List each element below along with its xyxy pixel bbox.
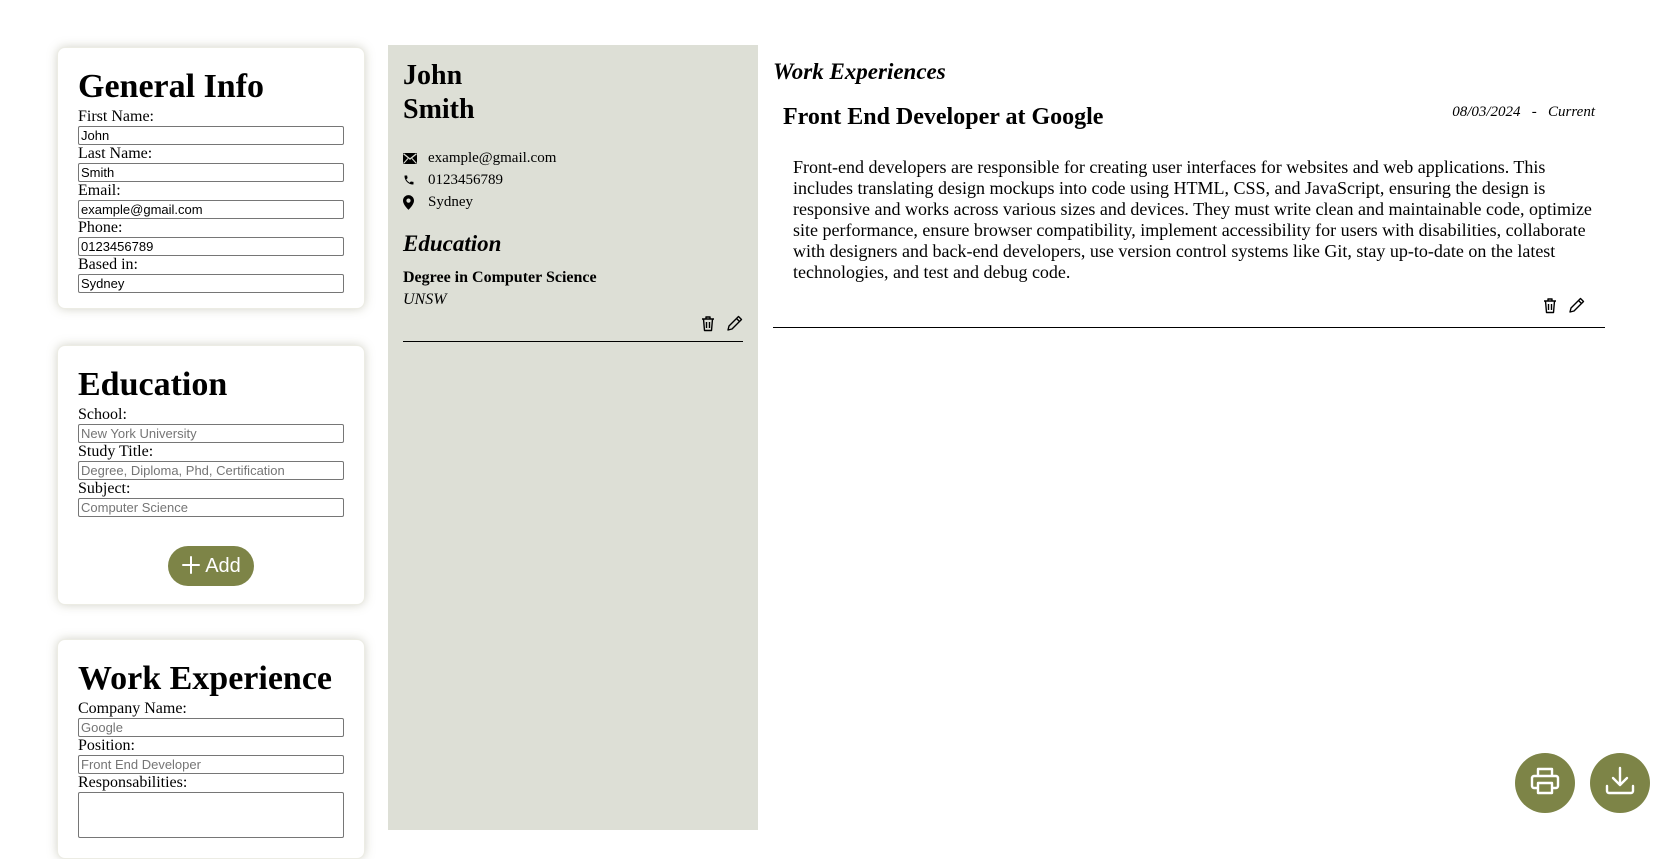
cv-work-start: 08/03/2024 [1452, 104, 1521, 120]
email-input[interactable] [78, 200, 344, 219]
trash-icon[interactable] [699, 313, 717, 333]
position-input[interactable] [78, 755, 344, 774]
pencil-icon[interactable] [725, 313, 743, 333]
study-title-label: Study Title: [78, 443, 154, 460]
education-form-card: Education School: Study Title: Subject: … [57, 345, 365, 605]
education-form-title: Education [78, 366, 228, 403]
work-form-title: Work Experience [78, 660, 333, 697]
plus-icon [181, 552, 201, 580]
print-button[interactable] [1515, 753, 1575, 813]
printer-icon [1528, 764, 1562, 803]
work-form-card: Work Experience Company Name: Position: … [57, 639, 365, 859]
envelope-icon [403, 152, 428, 164]
cv-contact-list: example@gmail.com 0123456789 Sydney [403, 147, 743, 213]
study-title-input[interactable] [78, 461, 344, 480]
school-label: School: [78, 406, 127, 423]
subject-input[interactable] [78, 498, 344, 517]
company-name-input[interactable] [78, 718, 344, 737]
cv-work-dates: 08/03/2024 - Current [1452, 103, 1595, 121]
first-name-input[interactable] [78, 126, 344, 145]
based-in-input[interactable] [78, 274, 344, 293]
last-name-input[interactable] [78, 163, 344, 182]
cv-work-header: Front End Developer at Google 08/03/2024… [773, 103, 1605, 131]
cv-location: Sydney [428, 193, 473, 210]
position-label: Position: [78, 737, 135, 754]
cv-work-heading: Work Experiences [773, 59, 946, 84]
cv-education-entry: Degree in Computer Science UNSW [403, 267, 743, 342]
based-in-label: Based in: [78, 256, 138, 273]
email-label: Email: [78, 182, 121, 199]
cv-email-row: example@gmail.com [403, 147, 743, 169]
cv-work-description: Front-end developers are responsible for… [793, 157, 1592, 282]
trash-icon[interactable] [1541, 295, 1559, 315]
pencil-icon[interactable] [1567, 295, 1585, 315]
phone-icon [403, 174, 428, 186]
cv-first-name: John [403, 60, 463, 91]
cv-education-actions [403, 313, 743, 333]
cv-location-row: Sydney [403, 191, 743, 213]
subject-label: Subject: [78, 480, 131, 497]
phone-label: Phone: [78, 219, 123, 236]
download-icon [1603, 764, 1637, 803]
cv-work-date-separator: - [1531, 104, 1537, 120]
phone-input[interactable] [78, 237, 344, 256]
download-button[interactable] [1590, 753, 1650, 813]
general-info-card: General Info First Name: Last Name: Emai… [57, 47, 365, 309]
cv-email: example@gmail.com [428, 149, 557, 166]
cv-education-school: UNSW [403, 291, 447, 308]
add-education-button[interactable]: Add [168, 546, 254, 586]
cv-work-entry: Front End Developer at Google 08/03/2024… [773, 103, 1605, 328]
cv-work-title: Front End Developer at Google [783, 104, 1104, 130]
cv-work-divider [773, 327, 1605, 328]
general-info-title: General Info [78, 68, 265, 105]
cv-last-name: Smith [403, 94, 475, 125]
company-name-label: Company Name: [78, 700, 187, 717]
cv-main: Work Experiences Front End Developer at … [773, 55, 1605, 328]
cv-education-heading: Education [403, 231, 502, 256]
cv-education-degree: Degree in Computer Science [403, 269, 597, 286]
cv-work-end: Current [1548, 104, 1595, 120]
add-button-label: Add [205, 554, 241, 577]
cv-phone: 0123456789 [428, 171, 503, 188]
cv-phone-row: 0123456789 [403, 169, 743, 191]
responsibilities-textarea[interactable] [78, 792, 344, 838]
map-pin-icon [403, 194, 428, 210]
cv-sidebar: John Smith example@gmail.com 0123456789 … [388, 45, 758, 830]
responsibilities-label: Responsabilities: [78, 774, 188, 791]
cv-work-actions [773, 295, 1605, 315]
cv-education-divider [403, 341, 743, 342]
last-name-label: Last Name: [78, 145, 153, 162]
first-name-label: First Name: [78, 108, 154, 125]
school-input[interactable] [78, 424, 344, 443]
